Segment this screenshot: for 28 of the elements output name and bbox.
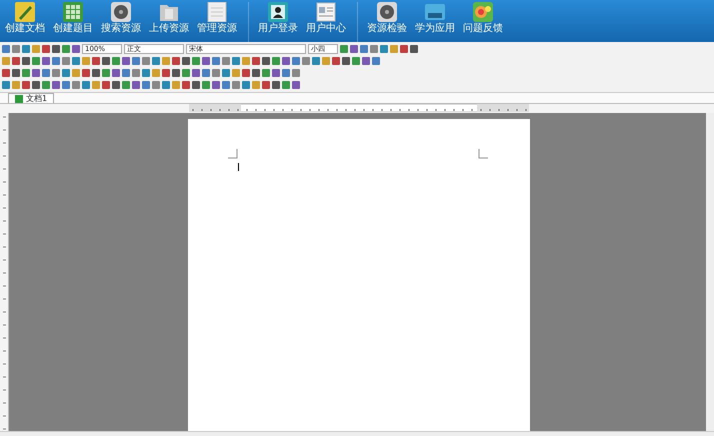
id-card-icon <box>316 2 336 22</box>
vertical-scrollbar[interactable] <box>706 113 714 431</box>
folder-icon <box>159 2 179 22</box>
screen-icon <box>425 2 445 22</box>
document-icon <box>15 94 23 102</box>
app-bar-button[interactable]: 创建文档 <box>2 2 48 42</box>
text-cursor-icon <box>238 163 240 171</box>
app-bar-button[interactable]: 问题反馈 <box>460 2 506 42</box>
disc-icon <box>377 2 397 22</box>
grid-icon <box>63 2 83 22</box>
document-tab[interactable]: 文档1 <box>8 93 54 103</box>
margin-corner-icon <box>228 149 238 159</box>
app-bar-button[interactable]: 学为应用 <box>412 2 458 42</box>
feedback-icon <box>473 2 493 22</box>
horizontal-scrollbar[interactable] <box>0 431 714 436</box>
app-bar-button[interactable]: 搜索资源 <box>98 2 144 42</box>
document-page[interactable] <box>188 119 530 431</box>
app-bar-button[interactable]: 资源检验 <box>364 2 410 42</box>
app-bar-button[interactable]: 用户登录 <box>255 2 301 42</box>
app-bar-button[interactable]: 管理资源 <box>194 2 240 42</box>
document-icon <box>207 2 227 22</box>
app-bar-button[interactable]: 用户中心 <box>303 2 349 42</box>
app-bar-button[interactable]: 上传资源 <box>146 2 192 42</box>
app-bar-button[interactable]: 创建题目 <box>50 2 96 42</box>
disc-icon <box>111 2 131 22</box>
pencil-icon <box>15 2 35 22</box>
user-icon <box>268 2 288 22</box>
margin-corner-icon <box>478 149 488 159</box>
